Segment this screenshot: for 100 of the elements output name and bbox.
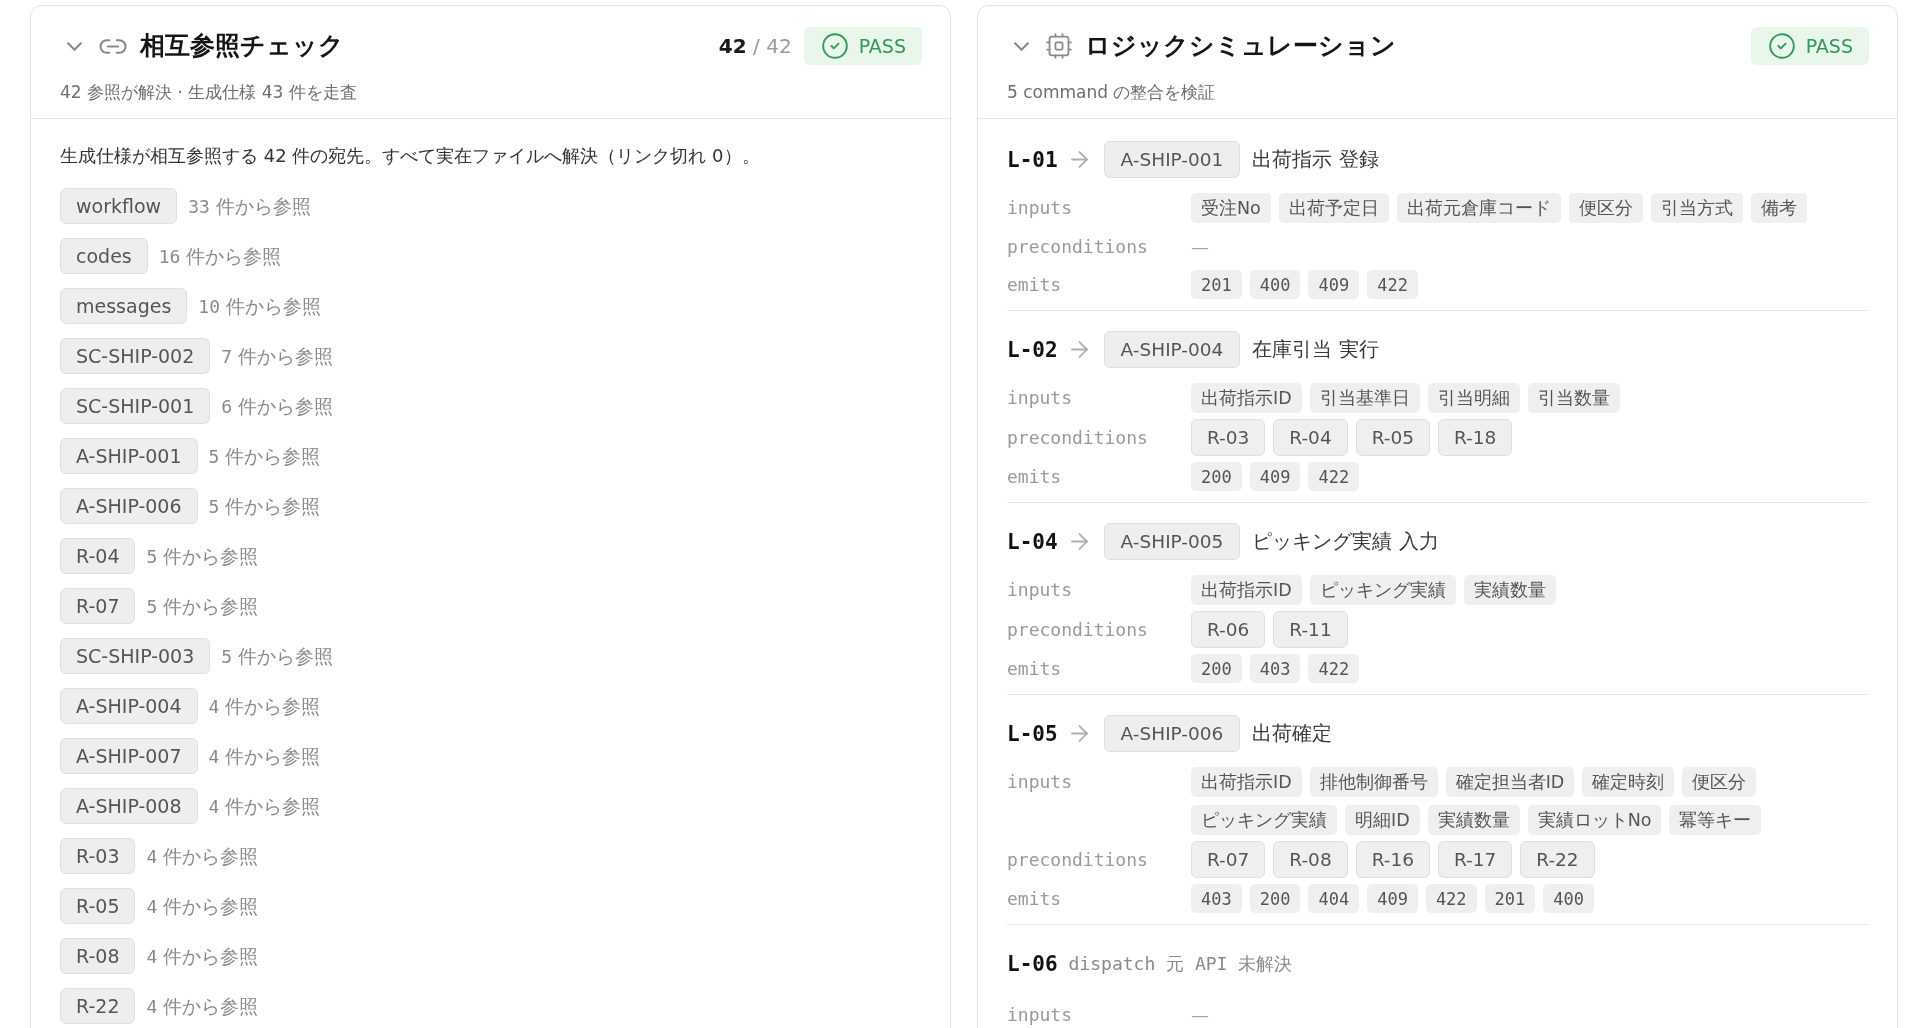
input-tag: 実績数量 xyxy=(1463,575,1556,605)
link-icon xyxy=(99,38,127,54)
chevron-down-icon[interactable] xyxy=(1014,41,1029,51)
field-label: inputs xyxy=(1007,386,1073,410)
command-name: 出荷確定 xyxy=(1252,720,1333,747)
reference-tag: R-05 xyxy=(60,888,136,924)
status-text: PASS xyxy=(858,36,906,56)
card-title: ロジックシミュレーション xyxy=(1085,30,1396,62)
status-code-tag: 409 xyxy=(1367,884,1418,913)
field-label: inputs xyxy=(1007,1003,1073,1027)
input-tag: 出荷指示ID xyxy=(1191,383,1302,413)
input-tag: 出荷元倉庫コード xyxy=(1396,193,1561,223)
status-code-tag: 201 xyxy=(1191,270,1242,299)
rule-tag: R-05 xyxy=(1355,419,1430,456)
action-tag: A-SHIP-004 xyxy=(1103,331,1241,368)
reference-tag: workflow xyxy=(60,188,178,224)
cpu-chip-icon xyxy=(1046,33,1072,59)
command-id: L-05 xyxy=(1007,721,1058,746)
empty-value: — xyxy=(1191,1003,1209,1027)
reference-tag: R-03 xyxy=(60,838,136,874)
reference-tag: messages xyxy=(60,288,188,324)
input-tag: 備考 xyxy=(1750,193,1807,223)
card-subtitle: 5 command の整合を検証 xyxy=(1007,81,1217,104)
reference-count: 4 件から参照 xyxy=(146,844,259,869)
pass-count: 42 / 42 xyxy=(718,34,792,58)
reference-count: 5 件から参照 xyxy=(221,644,334,669)
input-tag: ピッキング実績 xyxy=(1309,575,1456,605)
status-code-tag: 200 xyxy=(1191,654,1242,683)
input-tag: 出荷予定日 xyxy=(1278,193,1389,223)
command-id: L-04 xyxy=(1007,529,1058,554)
input-tag: 引当数量 xyxy=(1527,383,1620,413)
rule-tag: R-16 xyxy=(1355,841,1430,878)
field-label: preconditions xyxy=(1007,235,1148,259)
status-code-tag: 403 xyxy=(1191,884,1242,913)
input-tag: 便区分 xyxy=(1568,193,1643,223)
card-title: 相互参照チェック xyxy=(140,30,344,62)
reference-count: 4 件から参照 xyxy=(208,744,321,769)
rule-tag: R-04 xyxy=(1273,419,1348,456)
action-tag: A-SHIP-001 xyxy=(1103,141,1241,178)
status-text: PASS xyxy=(1805,36,1853,56)
rule-tag: R-07 xyxy=(1191,841,1266,878)
rule-tag: R-22 xyxy=(1520,841,1595,878)
check-circle-icon xyxy=(1768,33,1795,59)
field-label: preconditions xyxy=(1007,848,1148,872)
reference-count: 10 件から参照 xyxy=(198,294,321,319)
status-code-tag: 403 xyxy=(1249,654,1301,683)
reference-count: 4 件から参照 xyxy=(208,694,321,719)
reference-tag: A-SHIP-007 xyxy=(60,738,198,774)
reference-count: 4 件から参照 xyxy=(146,944,259,969)
input-tag: 確定担当者ID xyxy=(1445,767,1575,797)
input-tag: 受注No xyxy=(1191,193,1271,223)
input-tag: 引当明細 xyxy=(1427,383,1520,413)
field-label: emits xyxy=(1007,273,1062,297)
reference-tag: R-07 xyxy=(60,588,136,624)
status-code-tag: 422 xyxy=(1367,270,1418,299)
check-circle-icon xyxy=(821,33,848,59)
field-label: emits xyxy=(1007,657,1062,681)
reference-tag: R-22 xyxy=(60,988,136,1024)
input-tag: 実績ロットNo xyxy=(1527,805,1662,835)
status-code-tag: 201 xyxy=(1484,884,1536,913)
rule-tag: R-08 xyxy=(1273,841,1348,878)
empty-value: — xyxy=(1191,235,1209,259)
chevron-down-icon[interactable] xyxy=(67,41,82,51)
command-id: L-06 xyxy=(1007,951,1058,976)
reference-count: 6 件から参照 xyxy=(221,394,334,419)
reference-tag: SC-SHIP-003 xyxy=(60,638,211,674)
rule-tag: R-06 xyxy=(1191,611,1266,648)
status-code-tag: 422 xyxy=(1308,462,1360,491)
reference-count: 16 件から参照 xyxy=(158,244,282,269)
reference-tag: A-SHIP-004 xyxy=(60,688,198,724)
status-code-tag: 409 xyxy=(1308,270,1360,299)
input-tag: 明細ID xyxy=(1345,805,1420,835)
reference-count: 4 件から参照 xyxy=(146,894,259,919)
status-code-tag: 400 xyxy=(1543,884,1595,913)
input-tag: 引当基準日 xyxy=(1309,383,1420,413)
rule-tag: R-17 xyxy=(1438,841,1513,878)
field-label: emits xyxy=(1007,465,1062,489)
reference-count: 4 件から参照 xyxy=(146,994,259,1019)
field-label: preconditions xyxy=(1007,426,1148,450)
reference-tag: SC-SHIP-001 xyxy=(60,388,211,424)
status-code-tag: 422 xyxy=(1425,884,1477,913)
check-description: 生成仕様が相互参照する 42 件の宛先。すべて実在ファイルへ解決（リンク切れ 0）。 xyxy=(60,144,761,168)
action-tag: A-SHIP-006 xyxy=(1103,715,1241,752)
input-tag: 出荷指示ID xyxy=(1191,575,1302,605)
input-tag: 便区分 xyxy=(1682,767,1757,797)
reference-count: 5 件から参照 xyxy=(146,544,259,569)
reference-tag: codes xyxy=(60,238,148,274)
input-tag: 確定時刻 xyxy=(1582,767,1675,797)
reference-count: 33 件から参照 xyxy=(188,194,311,219)
status-code-tag: 404 xyxy=(1308,884,1360,913)
input-tag: 実績数量 xyxy=(1427,805,1520,835)
status-code-tag: 422 xyxy=(1308,654,1360,683)
reference-count: 5 件から参照 xyxy=(208,494,321,519)
action-tag: A-SHIP-005 xyxy=(1103,523,1241,560)
status-code-tag: 409 xyxy=(1249,462,1301,491)
reference-tag: A-SHIP-006 xyxy=(60,488,198,524)
command-note: dispatch 元 API 未解決 xyxy=(1068,951,1293,976)
status-code-tag: 200 xyxy=(1249,884,1301,913)
reference-tag: R-04 xyxy=(60,538,136,574)
card-subtitle: 42 参照が解決 · 生成仕様 43 件を走査 xyxy=(60,81,358,104)
